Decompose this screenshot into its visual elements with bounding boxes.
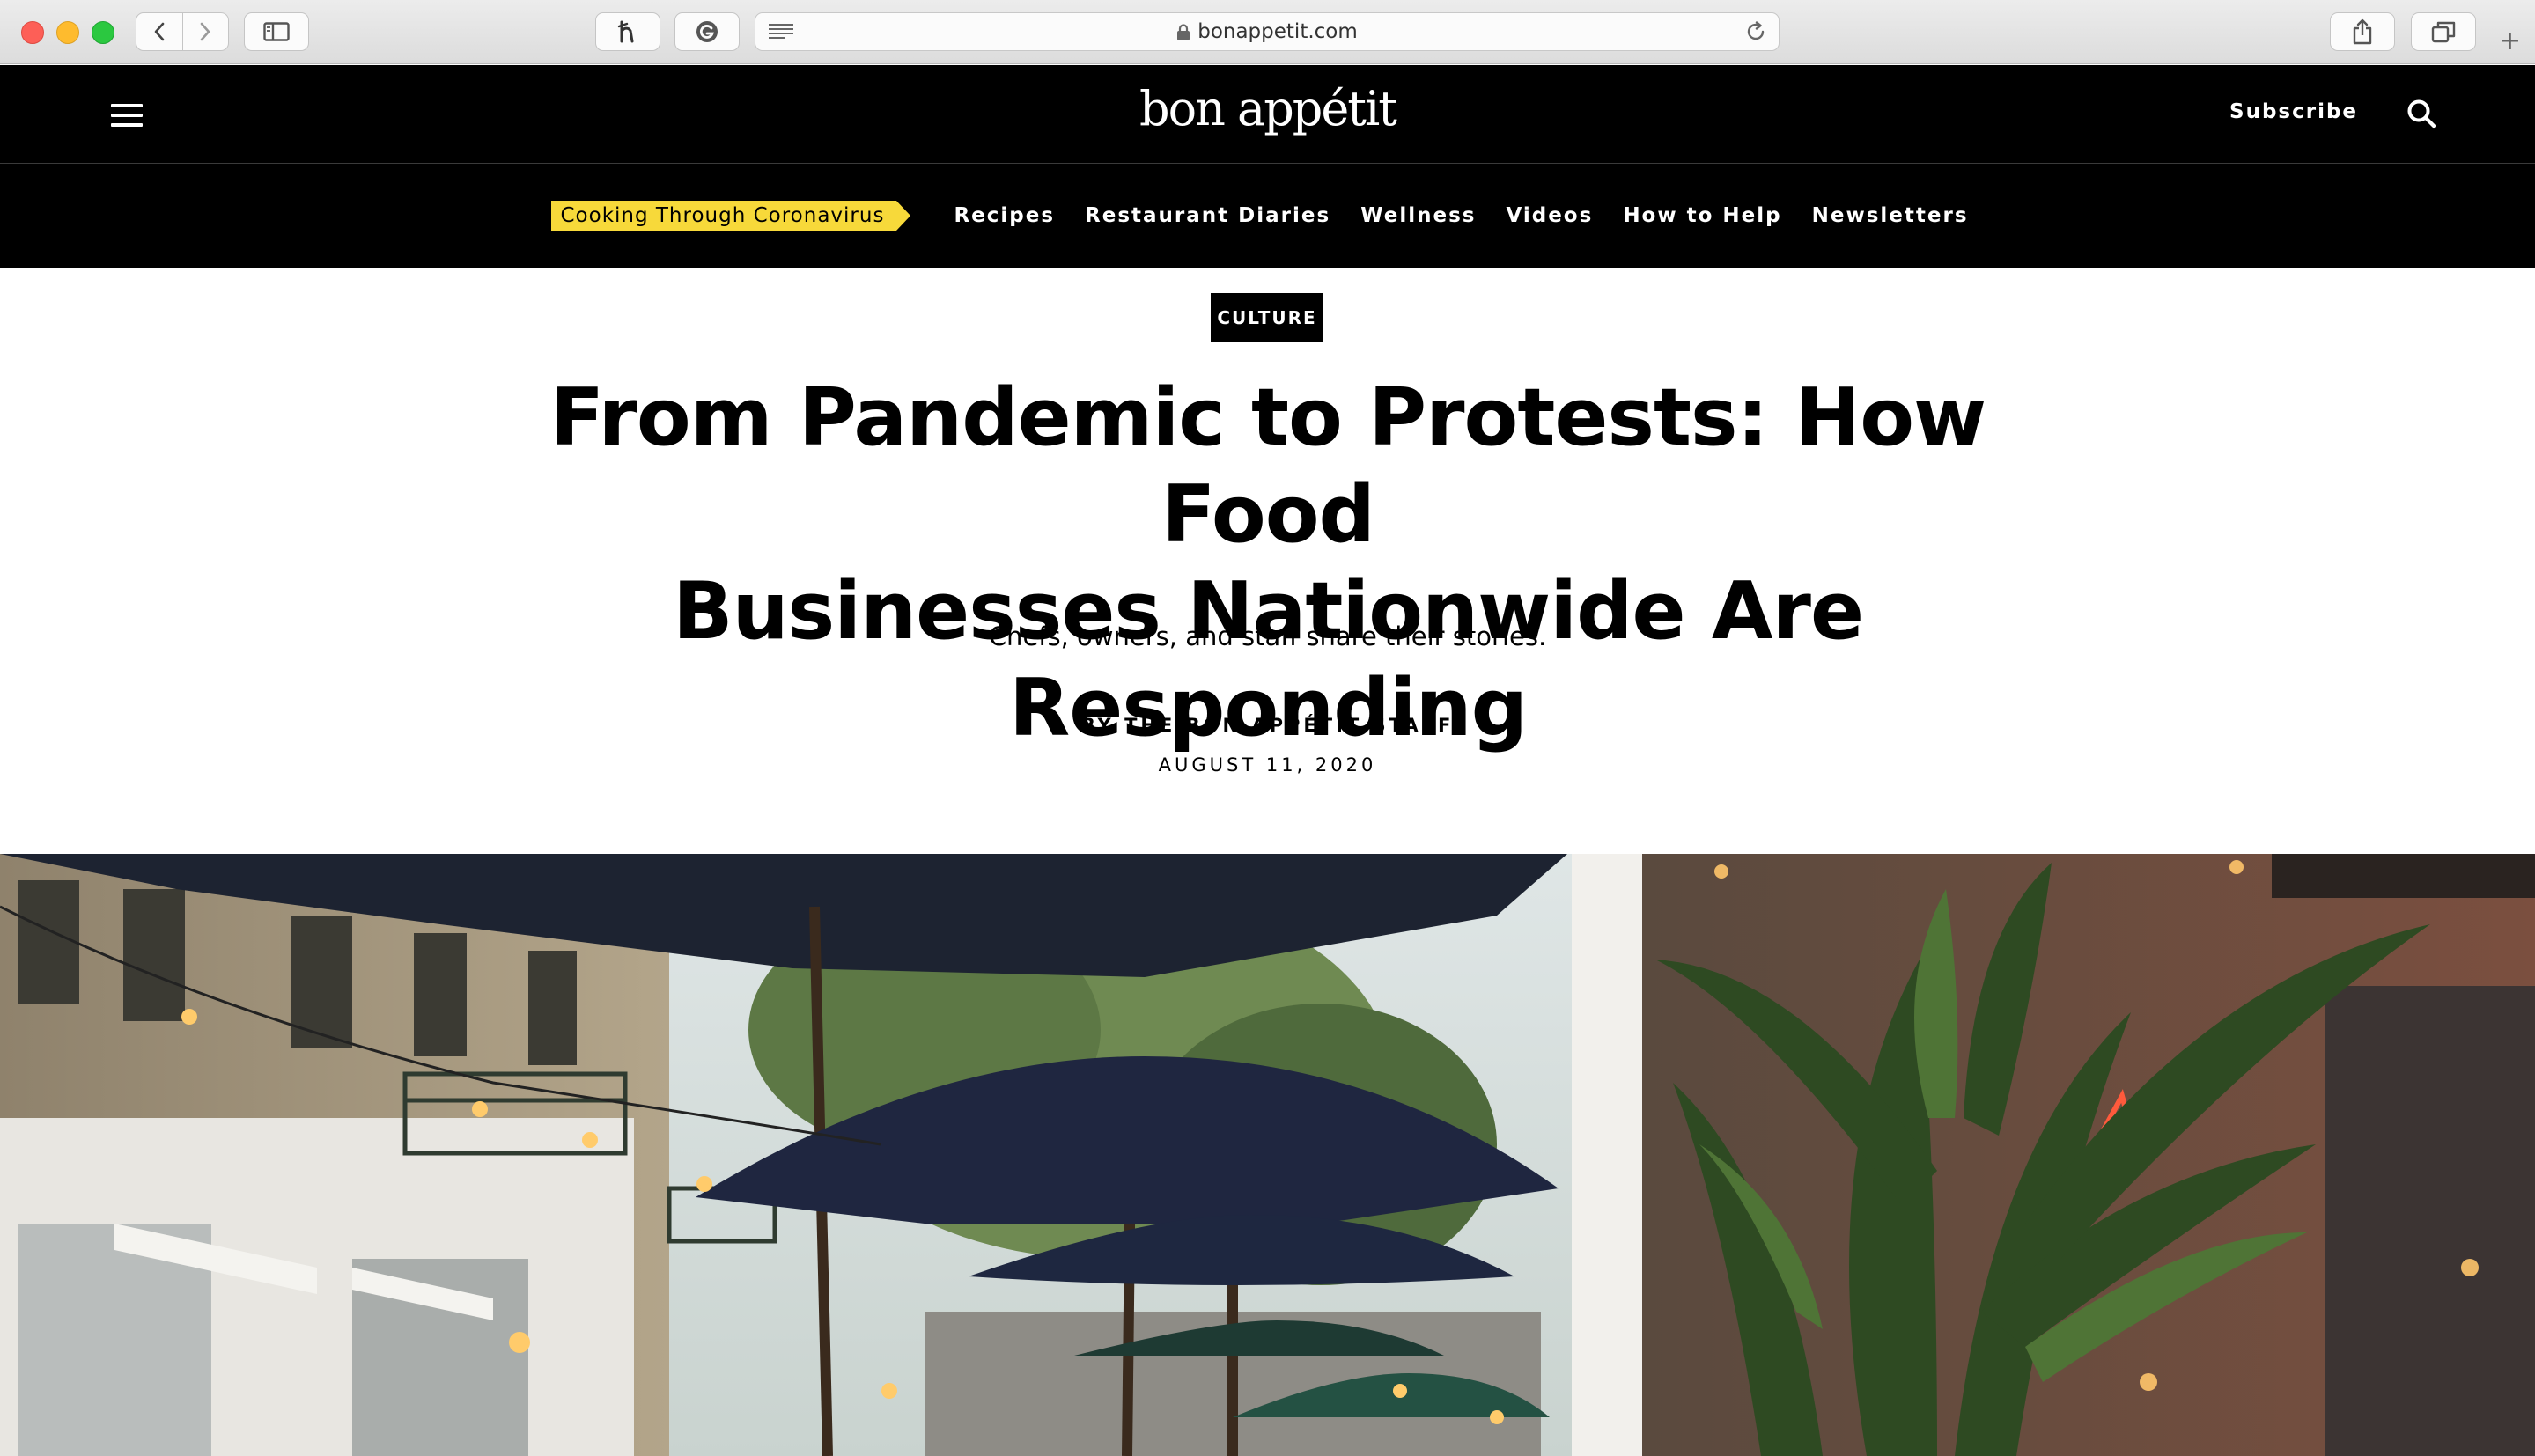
window-minimize-button[interactable] — [56, 21, 79, 44]
article-date: AUGUST 11, 2020 — [1158, 754, 1377, 776]
search-button[interactable] — [2406, 99, 2436, 132]
nav-item-recipes[interactable]: Recipes — [954, 204, 1055, 227]
nav-item-wellness[interactable]: Wellness — [1360, 204, 1476, 227]
back-button[interactable] — [136, 13, 182, 50]
reload-button[interactable] — [1745, 21, 1766, 46]
article-byline[interactable]: BY THE BON APPÉTIT STAFF — [0, 715, 2535, 736]
section-nav: Cooking Through Coronavirus Recipes Rest… — [0, 164, 2535, 268]
nav-item-how-to-help[interactable]: How to Help — [1623, 204, 1781, 227]
url-text: bonappetit.com — [1197, 20, 1358, 43]
sidebar-icon — [263, 22, 290, 41]
promo-link-coronavirus[interactable]: Cooking Through Coronavirus — [551, 201, 911, 231]
grammarly-extension-button[interactable] — [674, 12, 740, 51]
tabs-overview-icon — [2431, 21, 2456, 43]
tabs-overview-button[interactable] — [2411, 12, 2476, 51]
chevron-right-icon — [200, 22, 210, 41]
address-bar[interactable]: bonappetit.com — [755, 12, 1780, 51]
search-icon — [2407, 99, 2436, 129]
honey-extension-icon — [617, 20, 634, 43]
article-dek: Chefs, owners, and staff share their sto… — [988, 621, 1547, 651]
share-button[interactable] — [2330, 12, 2395, 51]
nav-item-videos[interactable]: Videos — [1506, 204, 1593, 227]
window-maximize-button[interactable] — [92, 21, 114, 44]
sidebar-toggle-button[interactable] — [244, 12, 309, 51]
lock-icon — [1177, 23, 1190, 40]
site-logo[interactable]: bon appétit — [0, 81, 2535, 136]
forward-button[interactable] — [181, 13, 229, 50]
nav-item-newsletters[interactable]: Newsletters — [1812, 204, 1969, 227]
honey-extension-button[interactable] — [595, 12, 660, 51]
category-tag[interactable]: CULTURE — [1211, 293, 1323, 342]
article-headline: From Pandemic to Protests: How Food Busi… — [440, 370, 2096, 757]
headline-line-1: From Pandemic to Protests: How Food — [549, 371, 1986, 561]
chevron-left-icon — [154, 22, 165, 41]
grammarly-extension-icon — [696, 21, 718, 42]
browser-toolbar: bonappetit.com + — [0, 0, 2535, 64]
history-nav — [136, 12, 229, 51]
new-tab-button[interactable]: + — [2499, 28, 2521, 55]
site-header: bon appétit Subscribe — [0, 65, 2535, 164]
url-display[interactable]: bonappetit.com — [755, 13, 1779, 50]
share-icon — [2353, 18, 2372, 45]
hero-image — [0, 854, 2535, 1456]
reload-icon — [1747, 21, 1765, 40]
nav-item-restaurant-diaries[interactable]: Restaurant Diaries — [1085, 204, 1330, 227]
window-close-button[interactable] — [21, 21, 44, 44]
subscribe-link[interactable]: Subscribe — [2229, 100, 2358, 123]
